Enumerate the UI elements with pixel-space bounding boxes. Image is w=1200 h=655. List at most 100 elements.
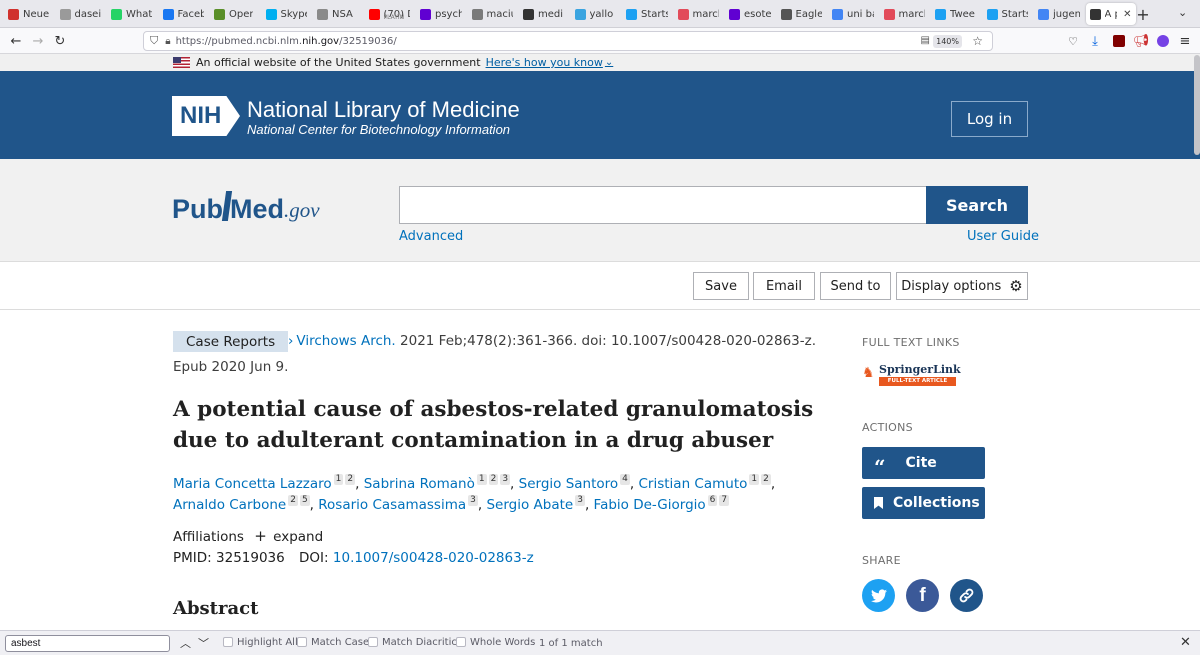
shield-icon[interactable]: ⛉ bbox=[150, 34, 158, 48]
affiliation-ref[interactable]: 1 bbox=[749, 474, 760, 485]
affiliation-ref[interactable]: 2 bbox=[488, 474, 499, 485]
affiliation-ref[interactable]: 2 bbox=[761, 474, 771, 485]
springerlink-button[interactable]: ♞ SpringerLink FULL-TEXT ARTICLE bbox=[862, 362, 961, 387]
login-button[interactable]: Log in bbox=[951, 101, 1028, 137]
extension-megaphone-icon[interactable]: 📢︎ bbox=[1132, 32, 1150, 50]
new-tab-button[interactable]: + bbox=[1134, 5, 1152, 24]
whole-words-checkbox[interactable]: Whole Words bbox=[456, 637, 535, 648]
browser-tab[interactable]: Oper bbox=[210, 3, 260, 25]
heres-how-you-know-link[interactable]: Here's how you know ⌄ bbox=[486, 56, 614, 69]
browser-tab[interactable]: maciu bbox=[468, 3, 518, 25]
browser-tab[interactable]: marcl bbox=[674, 3, 724, 25]
find-next-chevron-down-icon[interactable]: ﹀ bbox=[198, 635, 209, 651]
close-tab-icon[interactable]: ✕ bbox=[1123, 9, 1131, 20]
author-link[interactable]: Sergio Santoro bbox=[519, 476, 619, 492]
pmid-value: 32519036 bbox=[216, 550, 285, 566]
author-link[interactable]: Cristian Camuto bbox=[639, 476, 748, 492]
browser-tab-title: jugen bbox=[1053, 8, 1080, 20]
author-link[interactable]: Arnaldo Carbone bbox=[173, 497, 286, 513]
user-guide-link[interactable]: User Guide bbox=[967, 229, 1039, 244]
reader-view-icon[interactable]: ▤ bbox=[921, 35, 930, 46]
save-button[interactable]: Save bbox=[693, 272, 749, 300]
affiliation-ref[interactable]: 3 bbox=[500, 474, 511, 485]
affiliation-ref[interactable]: 4 bbox=[620, 474, 630, 485]
affiliation-ref[interactable]: 3 bbox=[575, 495, 585, 506]
browser-tab[interactable]: psych bbox=[416, 3, 466, 25]
browser-tab[interactable]: Neue bbox=[4, 3, 54, 25]
affiliation-ref[interactable]: 1 bbox=[476, 474, 487, 485]
affiliation-ref[interactable]: 3 bbox=[468, 495, 478, 506]
browser-tab-title: Starts bbox=[1001, 8, 1029, 20]
twitter-share-button[interactable] bbox=[862, 579, 895, 612]
author-link[interactable]: Maria Concetta Lazzaro bbox=[173, 476, 332, 492]
highlight-all-checkbox[interactable]: Highlight All bbox=[223, 637, 298, 648]
pocket-icon[interactable]: ♡ bbox=[1064, 32, 1082, 50]
copy-link-button[interactable] bbox=[950, 579, 983, 612]
affiliation-ref[interactable]: 1 bbox=[333, 474, 344, 485]
cite-button[interactable]: “ Cite bbox=[862, 447, 985, 479]
browser-tab[interactable]: A p ✕ bbox=[1085, 3, 1136, 25]
search-input[interactable] bbox=[399, 186, 927, 224]
browser-tab[interactable]: Eagle bbox=[777, 3, 827, 25]
affiliation-ref[interactable]: 2 bbox=[345, 474, 356, 485]
bookmark-star-icon[interactable]: ☆ bbox=[972, 34, 983, 48]
browser-tab[interactable]: esote bbox=[725, 3, 775, 25]
zoom-level-badge[interactable]: 140% bbox=[933, 35, 962, 48]
journal-link[interactable]: Virchows Arch. bbox=[296, 333, 395, 349]
doi-link[interactable]: 10.1007/s00428-020-02863-z bbox=[333, 550, 534, 566]
browser-tab[interactable]: (70) DPLAYIN bbox=[365, 3, 415, 25]
match-diacritics-checkbox[interactable]: Match Diacritics bbox=[368, 637, 462, 648]
email-button[interactable]: Email bbox=[753, 272, 815, 300]
close-find-bar-icon[interactable]: ✕ bbox=[1180, 635, 1191, 650]
affiliation-ref[interactable]: 5 bbox=[299, 495, 310, 506]
affiliations-toggle[interactable]: Affiliations + expand bbox=[173, 527, 323, 545]
menu-hamburger-icon[interactable]: ≡ bbox=[1176, 32, 1194, 50]
extension-ublock-icon[interactable] bbox=[1110, 32, 1128, 50]
author-link[interactable]: Rosario Casamassima bbox=[318, 497, 466, 513]
back-arrow-icon[interactable]: ← bbox=[7, 32, 25, 50]
pubmed-logo[interactable]: Pub Med .gov bbox=[172, 181, 320, 225]
nlm-title[interactable]: National Library of Medicine bbox=[247, 97, 520, 123]
page-scrollbar[interactable] bbox=[1194, 55, 1200, 155]
advanced-search-link[interactable]: Advanced bbox=[399, 229, 463, 244]
browser-tab-title: yallo bbox=[589, 8, 614, 20]
author-link[interactable]: Fabio De-Giorgio bbox=[594, 497, 706, 513]
browser-tab[interactable]: medi bbox=[519, 3, 569, 25]
browser-tab[interactable]: uni ba bbox=[828, 3, 878, 25]
browser-tab[interactable]: Starts bbox=[983, 3, 1033, 25]
bookmark-icon bbox=[874, 497, 883, 509]
send-to-button[interactable]: Send to bbox=[820, 272, 891, 300]
author-link[interactable]: Sabrina Romanò bbox=[364, 476, 475, 492]
nih-logo[interactable]: NIH bbox=[172, 96, 240, 136]
plus-icon: + bbox=[254, 527, 267, 545]
browser-tab[interactable]: Faceb bbox=[159, 3, 209, 25]
lock-icon[interactable]: 🔒︎ bbox=[165, 36, 170, 47]
browser-tab[interactable]: Starts bbox=[622, 3, 672, 25]
display-options-button[interactable]: Display options ⚙ bbox=[896, 272, 1028, 300]
tab-overflow-chevron-icon[interactable]: ⌄ bbox=[1178, 6, 1187, 19]
find-input[interactable] bbox=[5, 635, 170, 652]
url-bar[interactable]: ⛉ 🔒︎ https://pubmed.ncbi.nlm.nih.gov/325… bbox=[143, 31, 993, 51]
browser-tab[interactable]: yallo bbox=[571, 3, 621, 25]
browser-tab[interactable]: Twee bbox=[931, 3, 981, 25]
browser-tab[interactable]: What bbox=[107, 3, 157, 25]
search-button[interactable]: Search bbox=[926, 186, 1028, 224]
forward-arrow-icon[interactable]: → bbox=[29, 32, 47, 50]
collections-button[interactable]: Collections bbox=[862, 487, 985, 519]
browser-tab[interactable]: jugen bbox=[1034, 3, 1084, 25]
browser-tab[interactable]: marcl bbox=[880, 3, 930, 25]
affiliation-ref[interactable]: 6 bbox=[707, 495, 718, 506]
downloads-icon[interactable]: ⤓ bbox=[1086, 32, 1104, 50]
affiliation-ref[interactable]: 2 bbox=[288, 495, 298, 506]
browser-tab[interactable]: NSA bbox=[313, 3, 363, 25]
find-previous-chevron-up-icon[interactable]: ︿ bbox=[180, 635, 191, 651]
reload-icon[interactable]: ↻ bbox=[51, 32, 69, 50]
browser-tab[interactable]: Skype bbox=[262, 3, 312, 25]
share-heading: SHARE bbox=[862, 554, 901, 567]
affiliation-ref[interactable]: 7 bbox=[719, 495, 730, 506]
author-link[interactable]: Sergio Abate bbox=[486, 497, 573, 513]
browser-tab[interactable]: daseinsa bbox=[56, 3, 106, 25]
match-case-checkbox[interactable]: Match Case bbox=[297, 637, 369, 648]
extension-purple-icon[interactable] bbox=[1154, 32, 1172, 50]
facebook-share-button[interactable]: f bbox=[906, 579, 939, 612]
